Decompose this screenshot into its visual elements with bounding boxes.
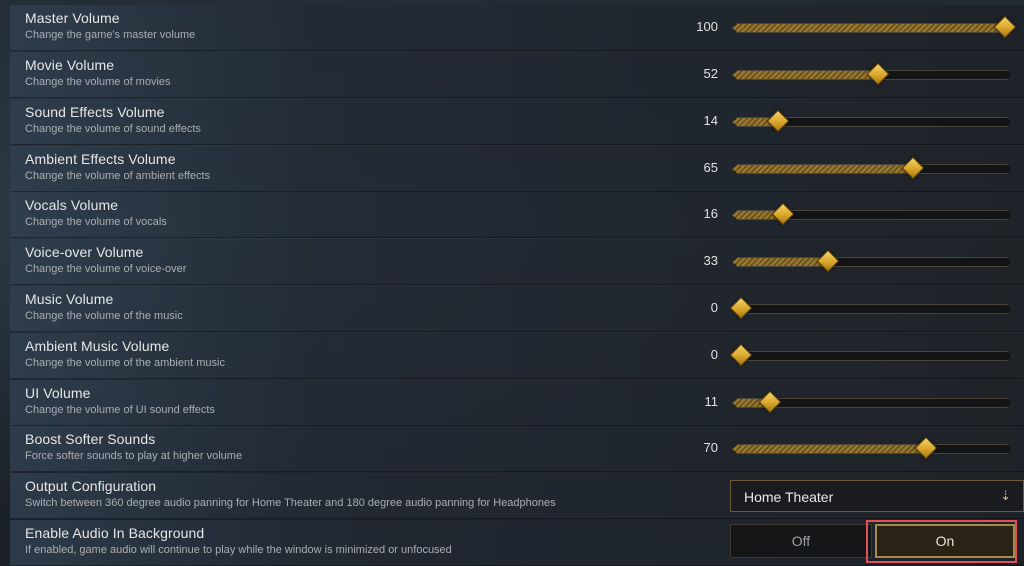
setting-label: Master Volume [25,10,120,26]
setting-value: 70 [703,440,718,455]
setting-label: Voice-over Volume [25,244,144,260]
chevron-down-icon: ⇣ [1000,488,1011,503]
slider-handle[interactable] [758,390,782,414]
setting-label: Ambient Music Volume [25,338,170,354]
slider-handle[interactable] [901,156,924,180]
slider-handle[interactable] [766,109,790,133]
setting-label: Movie Volume [25,57,115,73]
dropdown-selected-value: Home Theater [744,489,834,505]
setting-description: Change the game's master volume [25,29,196,41]
setting-description: Change the volume of UI sound effects [25,404,215,416]
volume-slider[interactable] [732,15,1017,39]
setting-label: Vocals Volume [25,197,119,213]
setting-value: 33 [703,253,718,268]
setting-description: Change the volume of movies [25,76,171,88]
volume-slider[interactable] [732,249,1012,273]
setting-label: Ambient Effects Volume [25,151,176,167]
setting-description: Change the volume of sound effects [25,123,201,135]
slider-handle[interactable] [816,249,840,273]
volume-slider[interactable] [732,109,1012,133]
setting-description: Change the volume of the music [25,310,183,322]
output-configuration-dropdown[interactable]: Home Theater ⇣ [730,480,1024,512]
slider-handle[interactable] [771,202,795,226]
setting-description: Change the volume of vocals [25,216,167,228]
volume-slider[interactable] [732,202,1012,226]
setting-value: 100 [696,19,718,34]
slider-handle[interactable] [729,343,753,367]
toggle-off-button[interactable]: Off [730,524,872,558]
setting-row-ambient-effects-volume: Ambient Effects Volume Change the volume… [10,146,1024,192]
slider-fill [732,165,912,173]
setting-label: Output Configuration [25,478,157,494]
setting-value: 0 [710,300,718,315]
volume-slider[interactable] [732,156,1012,180]
setting-row-boost-softer-sounds: Boost Softer Sounds Force softer sounds … [10,426,1024,472]
slider-fill [732,445,925,453]
setting-row-ui-volume: UI Volume Change the volume of UI sound … [10,380,1024,426]
setting-row-movie-volume: Movie Volume Change the volume of movies… [10,52,1024,98]
setting-row-enable-audio-in-background: Enable Audio In Background If enabled, g… [10,520,1024,566]
setting-value: 14 [703,113,718,128]
setting-value: 65 [703,160,718,175]
setting-value: 52 [703,66,718,81]
volume-slider[interactable] [732,390,1012,414]
setting-row-voice-over-volume: Voice-over Volume Change the volume of v… [10,239,1024,285]
slider-handle[interactable] [914,436,938,460]
setting-row-music-volume: Music Volume Change the volume of the mu… [10,286,1024,332]
volume-slider[interactable] [732,436,1012,460]
setting-row-master-volume: Master Volume Change the game's master v… [10,5,1024,51]
setting-value: 0 [710,347,718,362]
slider-fill [732,258,828,266]
slider-fill [732,24,1004,32]
slider-fill [732,71,878,79]
setting-row-ambient-music-volume: Ambient Music Volume Change the volume o… [10,333,1024,379]
setting-label: Music Volume [25,291,114,307]
setting-row-vocals-volume: Vocals Volume Change the volume of vocal… [10,192,1024,238]
slider-track[interactable] [732,351,1012,361]
slider-handle[interactable] [729,296,753,320]
volume-slider[interactable] [732,62,1012,86]
setting-row-output-configuration: Output Configuration Switch between 360 … [10,473,1024,519]
setting-label: Enable Audio In Background [25,525,205,541]
setting-description: Change the volume of the ambient music [25,357,225,369]
setting-description: Change the volume of voice-over [25,263,187,275]
setting-description: If enabled, game audio will continue to … [25,544,452,556]
slider-track[interactable] [732,304,1012,314]
setting-row-sound-effects-volume: Sound Effects Volume Change the volume o… [10,99,1024,145]
setting-label: Sound Effects Volume [25,104,165,120]
setting-description: Switch between 360 degree audio panning … [25,497,556,509]
selection-highlight [866,520,1017,563]
setting-label: UI Volume [25,385,91,401]
slider-handle[interactable] [993,15,1017,39]
volume-slider[interactable] [729,343,1012,367]
setting-description: Force softer sounds to play at higher vo… [25,450,243,462]
setting-label: Boost Softer Sounds [25,431,156,447]
setting-description: Change the volume of ambient effects [25,170,211,182]
setting-value: 16 [703,206,718,221]
volume-slider[interactable] [729,296,1012,320]
slider-handle[interactable] [866,62,890,86]
setting-value: 11 [704,394,719,409]
